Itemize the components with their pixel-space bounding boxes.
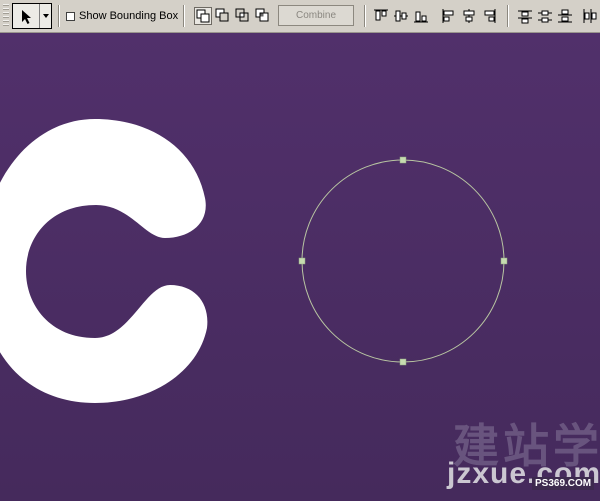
align-left-edges-button[interactable]: [440, 7, 458, 25]
options-bar: Show Bounding Box Combine: [0, 0, 600, 33]
tool-preset-dropdown[interactable]: [39, 4, 51, 28]
toolbar-separator: [183, 5, 185, 27]
anchor-point-bottom[interactable]: [399, 358, 407, 366]
align-horizontal-centers-button[interactable]: [460, 7, 478, 25]
align-right-edges-icon: [484, 9, 496, 23]
show-bounding-box-option[interactable]: Show Bounding Box: [66, 9, 178, 23]
align-horizontal-centers-icon: [463, 9, 475, 23]
add-to-shape-area-icon: [196, 9, 210, 23]
path-selection-arrow-icon: [22, 10, 31, 24]
distribute-bottom-edges-icon: [558, 9, 572, 23]
align-vertical-centers-icon: [394, 10, 408, 22]
distribute-top-edges-button[interactable]: [516, 7, 534, 25]
exclude-overlapping-shape-areas-icon: [255, 8, 269, 22]
tool-preset-picker[interactable]: [12, 3, 52, 29]
chevron-down-icon: [43, 14, 49, 18]
intersect-shape-areas-icon: [235, 8, 249, 22]
show-bounding-box-label: Show Bounding Box: [79, 10, 179, 22]
toolbar-separator: [507, 5, 509, 27]
distribute-left-edges-button[interactable]: [580, 7, 598, 25]
align-bottom-edges-button[interactable]: [412, 7, 430, 25]
distribute-vertical-centers-button[interactable]: [536, 7, 554, 25]
add-to-shape-area-button[interactable]: [194, 7, 212, 25]
toolbar-grip[interactable]: [3, 4, 9, 28]
align-bottom-edges-icon: [414, 11, 428, 23]
toolbar-separator: [58, 5, 60, 27]
align-top-edges-button[interactable]: [372, 7, 390, 25]
anchor-point-top[interactable]: [399, 156, 407, 164]
distribute-vertical-centers-icon: [538, 10, 552, 23]
align-top-edges-icon: [374, 9, 388, 21]
combine-button[interactable]: Combine: [278, 5, 354, 26]
align-right-edges-button[interactable]: [480, 7, 498, 25]
distribute-left-edges-icon: [583, 9, 597, 23]
exclude-overlapping-shape-areas-button[interactable]: [254, 7, 272, 25]
subtract-from-shape-area-button[interactable]: [214, 7, 232, 25]
white-c-shape[interactable]: [0, 119, 208, 403]
anchor-point-left[interactable]: [298, 257, 306, 265]
show-bounding-box-checkbox[interactable]: [66, 11, 75, 21]
anchor-point-right[interactable]: [500, 257, 508, 265]
distribute-bottom-edges-button[interactable]: [556, 7, 574, 25]
ellipse-path[interactable]: [301, 159, 505, 363]
subtract-from-shape-area-icon: [215, 8, 229, 22]
align-vertical-centers-button[interactable]: [392, 7, 410, 25]
align-left-edges-icon: [442, 9, 454, 23]
toolbar-separator: [364, 5, 366, 27]
intersect-shape-areas-button[interactable]: [234, 7, 252, 25]
distribute-top-edges-icon: [518, 10, 532, 24]
watermark-badge: PS369.COM: [532, 477, 595, 490]
